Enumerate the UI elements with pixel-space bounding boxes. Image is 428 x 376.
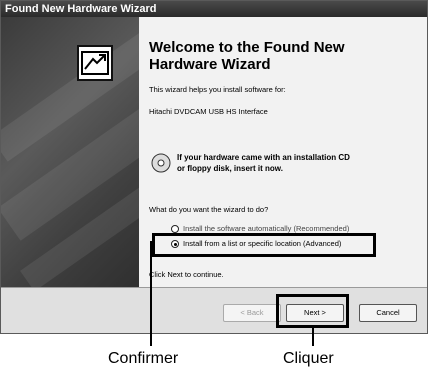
wizard-window: Found New Hardware Wizard Welcome to the… (0, 0, 428, 334)
page-title: Welcome to the Found New Hardware Wizard (149, 39, 345, 73)
cd-prompt-line1: If your hardware came with an installati… (177, 153, 350, 162)
question-text: What do you want the wizard to do? (149, 205, 269, 214)
cd-prompt-line2: or floppy disk, insert it now. (177, 164, 283, 173)
radio-install-automatic[interactable] (171, 225, 179, 233)
option-automatic-label[interactable]: Install the software automatically (Reco… (183, 224, 349, 233)
intro-text: This wizard helps you install software f… (149, 85, 286, 94)
window-title: Found New Hardware Wizard (1, 1, 427, 17)
cd-icon (151, 153, 171, 173)
hardware-wizard-icon (77, 45, 113, 81)
cancel-button[interactable]: Cancel (359, 304, 417, 322)
callout-highlight-next (276, 294, 349, 328)
leader-line-confirm (150, 241, 152, 346)
back-button[interactable]: < Back (223, 304, 281, 322)
device-name: Hitachi DVDCAM USB HS Interface (149, 107, 268, 116)
confirm-caption: Confirmer (108, 350, 179, 367)
continue-text: Click Next to continue. (149, 270, 224, 279)
button-bar: < Back Next > Cancel (1, 288, 427, 333)
leader-line-click (312, 328, 314, 346)
callout-highlight-option (152, 233, 376, 257)
wizard-side-panel (1, 17, 139, 287)
click-caption: Cliquer (283, 350, 334, 367)
